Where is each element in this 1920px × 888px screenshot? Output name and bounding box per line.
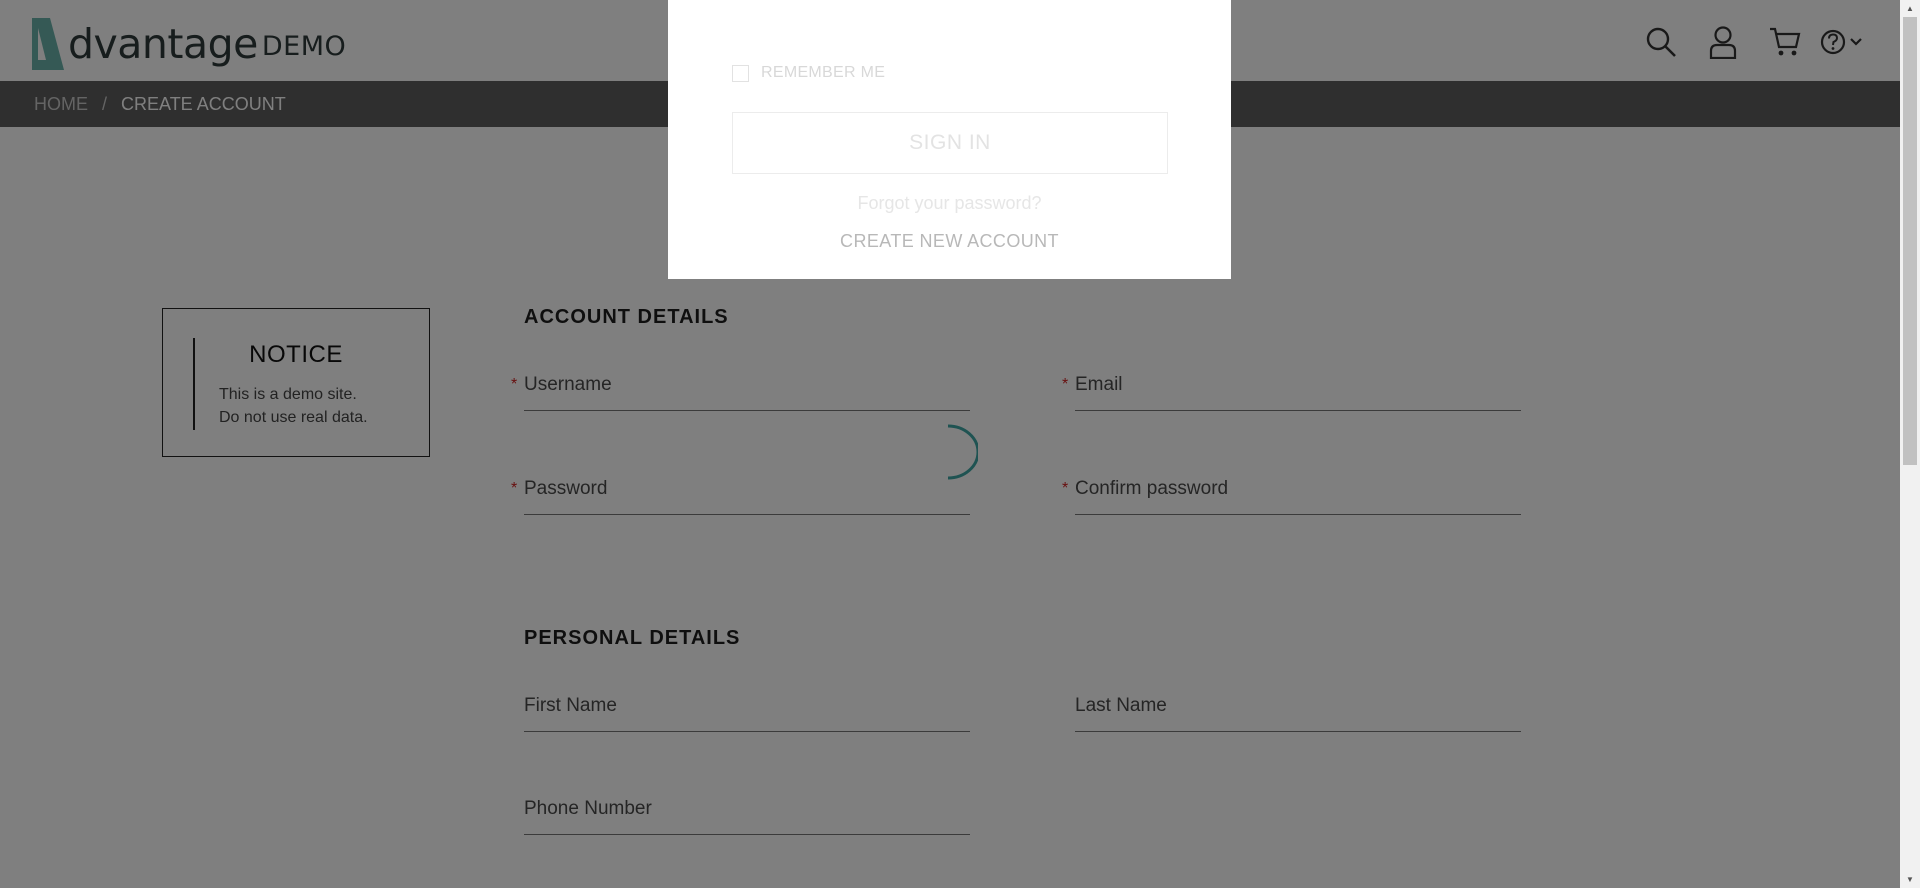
scroll-up-arrow-icon[interactable]: ▲: [1900, 0, 1920, 17]
remember-me-checkbox[interactable]: [732, 64, 749, 82]
create-new-account-link[interactable]: CREATE NEW ACCOUNT: [668, 231, 1231, 252]
scrollbar[interactable]: ▲ ▼: [1900, 0, 1920, 888]
forgot-password-link[interactable]: Forgot your password?: [668, 193, 1231, 214]
scroll-down-arrow-icon[interactable]: ▼: [1900, 871, 1920, 888]
remember-me[interactable]: REMEMBER ME: [732, 64, 885, 82]
remember-me-label: REMEMBER ME: [761, 64, 886, 81]
login-modal: REMEMBER ME SIGN IN Forgot your password…: [668, 0, 1231, 279]
scroll-thumb[interactable]: [1903, 17, 1917, 465]
sign-in-button[interactable]: SIGN IN: [732, 112, 1168, 174]
